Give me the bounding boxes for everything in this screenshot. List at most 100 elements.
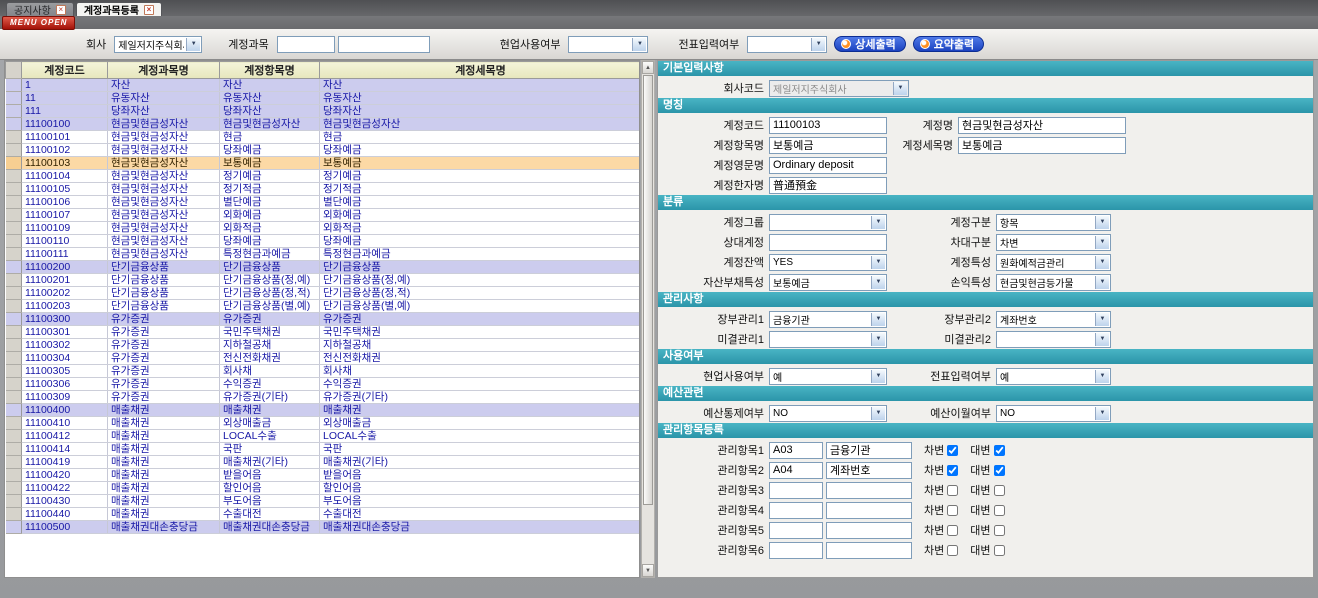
credit-checkbox[interactable]	[994, 525, 1005, 536]
tab-notice[interactable]: 공지사항 ×	[6, 2, 74, 16]
row-selector[interactable]	[6, 157, 22, 170]
open-management1-select[interactable]: ▼	[769, 331, 887, 348]
account-division-select[interactable]: 항목 ▼	[996, 214, 1111, 231]
table-row[interactable]: 11100105현금및현금성자산정기적금정기적금	[6, 183, 641, 196]
counter-account-input[interactable]	[769, 234, 887, 251]
english-name-input[interactable]	[769, 157, 887, 174]
management-item-name-input[interactable]	[826, 462, 912, 479]
budget-control-select[interactable]: NO ▼	[769, 405, 887, 422]
debit-checkbox[interactable]	[947, 545, 958, 556]
account-code-filter-input[interactable]	[277, 36, 335, 53]
menu-open-button[interactable]: MENU OPEN	[2, 16, 75, 30]
management-item-code-input[interactable]	[769, 462, 823, 479]
table-row[interactable]: 11100420매출채권받을어음받을어음	[6, 469, 641, 482]
table-row[interactable]: 11100400매출채권매출채권매출채권	[6, 404, 641, 417]
table-row[interactable]: 11100201단기금융상품단기금융상품(정,예)단기금융상품(정,예)	[6, 274, 641, 287]
summary-print-button[interactable]: 요약출력	[913, 36, 984, 52]
open-management2-select[interactable]: ▼	[996, 331, 1111, 348]
table-row[interactable]: 11100109현금및현금성자산외화적금외화적금	[6, 222, 641, 235]
table-row[interactable]: 11100104현금및현금성자산정기예금정기예금	[6, 170, 641, 183]
row-selector[interactable]	[6, 482, 22, 495]
row-selector[interactable]	[6, 261, 22, 274]
account-balance-select[interactable]: YES ▼	[769, 254, 887, 271]
row-selector[interactable]	[6, 196, 22, 209]
management-item-code-input[interactable]	[769, 482, 823, 499]
row-selector[interactable]	[6, 105, 22, 118]
management-item-code-input[interactable]	[769, 542, 823, 559]
table-row[interactable]: 11100440매출채권수출대전수출대전	[6, 508, 641, 521]
header-item-name[interactable]: 계정항목명	[220, 62, 320, 79]
row-selector[interactable]	[6, 248, 22, 261]
profit-loss-trait-select[interactable]: 현금및현금등가물 ▼	[996, 274, 1111, 291]
use-status-select[interactable]: 예 ▼	[769, 368, 887, 385]
table-row[interactable]: 11100414매출채권국판국판	[6, 443, 641, 456]
management-item-name-input[interactable]	[826, 522, 912, 539]
table-row[interactable]: 11100419매출채권매출채권(기타)매출채권(기타)	[6, 456, 641, 469]
table-row[interactable]: 11100306유가증권수익증권수익증권	[6, 378, 641, 391]
row-selector[interactable]	[6, 287, 22, 300]
row-selector[interactable]	[6, 92, 22, 105]
budget-carryover-select[interactable]: NO ▼	[996, 405, 1111, 422]
scroll-up-icon[interactable]: ▲	[642, 61, 654, 74]
management-item-name-input[interactable]	[826, 542, 912, 559]
table-row[interactable]: 11100309유가증권유가증권(기타)유가증권(기타)	[6, 391, 641, 404]
table-row[interactable]: 1자산자산자산	[6, 79, 641, 92]
table-row[interactable]: 11100412매출채권LOCAL수출LOCAL수출	[6, 430, 641, 443]
row-selector[interactable]	[6, 339, 22, 352]
debit-checkbox[interactable]	[947, 445, 958, 456]
tab-account-registration[interactable]: 계정과목등록 ×	[76, 2, 162, 16]
row-selector[interactable]	[6, 144, 22, 157]
table-row[interactable]: 11100304유가증권전신전화채권전신전화채권	[6, 352, 641, 365]
table-row[interactable]: 11100302유가증권지하철공채지하철공채	[6, 339, 641, 352]
table-row[interactable]: 11100100현금및현금성자산현금및현금성자산현금및현금성자산	[6, 118, 641, 131]
table-row[interactable]: 11100301유가증권국민주택채권국민주택채권	[6, 326, 641, 339]
table-row[interactable]: 11100103현금및현금성자산보통예금보통예금	[6, 157, 641, 170]
table-row[interactable]: 11100203단기금융상품단기금융상품(별,예)단기금융상품(별,예)	[6, 300, 641, 313]
asset-liability-trait-select[interactable]: 보통예금 ▼	[769, 274, 887, 291]
table-row[interactable]: 11100110현금및현금성자산당좌예금당좌예금	[6, 235, 641, 248]
table-row[interactable]: 11100422매출채권할인어음할인어음	[6, 482, 641, 495]
row-selector[interactable]	[6, 235, 22, 248]
row-selector[interactable]	[6, 443, 22, 456]
table-row[interactable]: 11100200단기금융상품단기금융상품단기금융상품	[6, 261, 641, 274]
book-management1-select[interactable]: 금융기관 ▼	[769, 311, 887, 328]
credit-checkbox[interactable]	[994, 465, 1005, 476]
table-row[interactable]: 11100410매출채권외상매출금외상매출금	[6, 417, 641, 430]
row-selector[interactable]	[6, 495, 22, 508]
table-row[interactable]: 11100305유가증권회사채회사채	[6, 365, 641, 378]
header-account-code[interactable]: 계정코드	[22, 62, 108, 79]
detail-print-button[interactable]: 상세출력	[834, 36, 905, 52]
debit-credit-division-select[interactable]: 차변 ▼	[996, 234, 1111, 251]
table-row[interactable]: 11100202단기금융상품단기금융상품(정,적)단기금융상품(정,적)	[6, 287, 641, 300]
slip-filter-select[interactable]: ▼	[747, 36, 827, 53]
detail-name-input[interactable]	[958, 137, 1126, 154]
table-row[interactable]: 11100500매출채권대손충당금매출채권대손충당금매출채권대손충당금	[6, 521, 641, 534]
use-filter-select[interactable]: ▼	[568, 36, 648, 53]
row-selector[interactable]	[6, 365, 22, 378]
account-group-select[interactable]: ▼	[769, 214, 887, 231]
debit-checkbox[interactable]	[947, 525, 958, 536]
hanja-name-input[interactable]	[769, 177, 887, 194]
account-trait-select[interactable]: 원화예적금관리 ▼	[996, 254, 1111, 271]
management-item-code-input[interactable]	[769, 442, 823, 459]
row-selector[interactable]	[6, 300, 22, 313]
credit-checkbox[interactable]	[994, 445, 1005, 456]
table-row[interactable]: 111당좌자산당좌자산당좌자산	[6, 105, 641, 118]
management-item-code-input[interactable]	[769, 522, 823, 539]
slip-entry-select[interactable]: 예 ▼	[996, 368, 1111, 385]
table-row[interactable]: 11100102현금및현금성자산당좌예금당좌예금	[6, 144, 641, 157]
header-account-name[interactable]: 계정과목명	[108, 62, 220, 79]
grid-scrollbar[interactable]: ▲ ▼	[641, 60, 655, 578]
account-name-input[interactable]	[958, 117, 1126, 134]
row-selector[interactable]	[6, 352, 22, 365]
account-code-input[interactable]	[769, 117, 887, 134]
row-selector[interactable]	[6, 508, 22, 521]
management-item-name-input[interactable]	[826, 482, 912, 499]
row-selector[interactable]	[6, 417, 22, 430]
row-selector[interactable]	[6, 118, 22, 131]
row-selector[interactable]	[6, 274, 22, 287]
credit-checkbox[interactable]	[994, 505, 1005, 516]
table-row[interactable]: 11100111현금및현금성자산특정현금과예금특정현금과예금	[6, 248, 641, 261]
row-selector[interactable]	[6, 131, 22, 144]
row-selector[interactable]	[6, 313, 22, 326]
